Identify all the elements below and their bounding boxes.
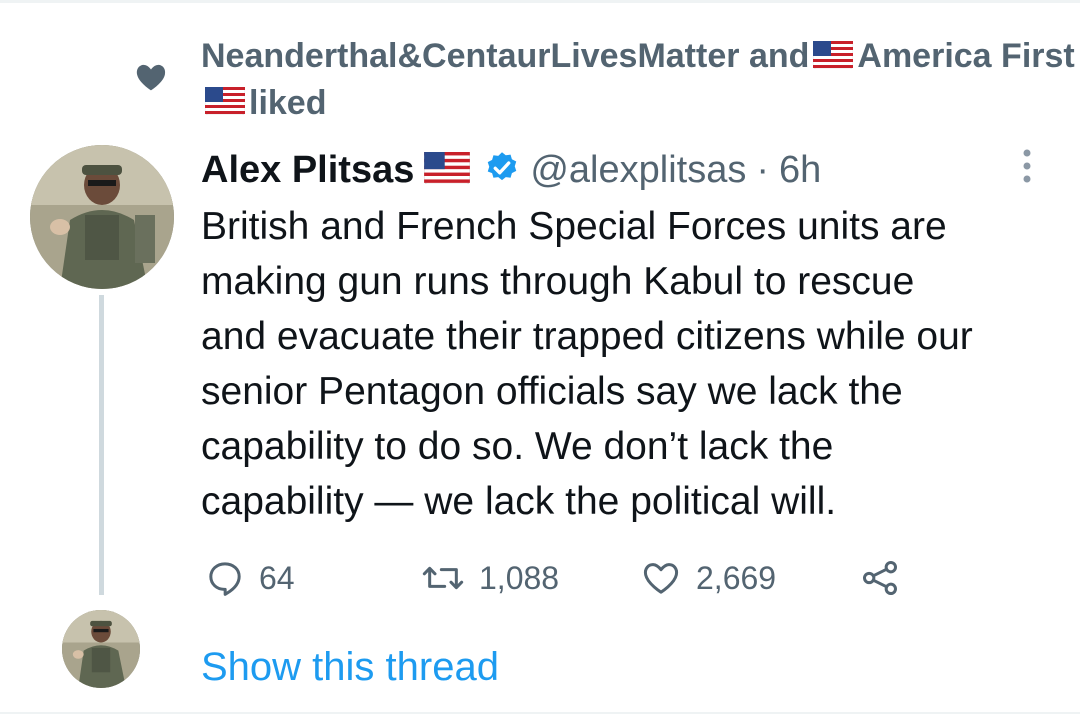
liker-name-2b[interactable]: First <box>1001 37 1075 75</box>
more-options-icon[interactable] <box>1012 146 1042 186</box>
share-icon <box>863 561 897 595</box>
author-avatar[interactable] <box>30 145 174 289</box>
reply-button[interactable]: 64 <box>205 558 295 598</box>
retweet-icon <box>422 566 464 590</box>
avatar-photo-small <box>62 610 140 688</box>
retweet-button[interactable]: 1,088 <box>421 558 559 598</box>
reply-count: 64 <box>259 559 295 596</box>
social-context-text[interactable]: Neanderthal&CentaurLivesMatter and Ameri… <box>201 34 1076 127</box>
liker-name-2a[interactable]: America <box>857 37 991 75</box>
heart-outline-icon <box>643 563 679 594</box>
avatar-photo <box>30 145 174 289</box>
retweet-count: 1,088 <box>479 559 560 596</box>
tweet-header: Alex Plitsas @alexplitsas · 6h <box>201 145 821 195</box>
header-separator: · <box>756 148 769 191</box>
show-thread-link[interactable]: Show this thread <box>201 645 499 690</box>
share-button[interactable] <box>858 558 916 598</box>
tweet-text: British and French Special Forces units … <box>201 205 973 523</box>
author-avatar-small[interactable] <box>62 610 140 688</box>
author-name[interactable]: Alex Plitsas <box>201 149 414 192</box>
like-count: 2,669 <box>696 559 777 596</box>
context-action: liked <box>249 83 327 122</box>
us-flag-icon <box>204 82 246 127</box>
us-flag-icon <box>424 151 471 189</box>
heart-filled-icon <box>136 64 166 91</box>
top-divider <box>0 0 1080 3</box>
liker-name-1[interactable]: Neanderthal&CentaurLivesMatter <box>201 37 739 75</box>
tweet-timestamp[interactable]: 6h <box>779 149 821 192</box>
context-joiner: and <box>748 37 810 75</box>
thread-connector-line <box>99 295 104 595</box>
us-flag-icon <box>813 36 854 81</box>
verified-badge-icon <box>484 150 520 191</box>
reply-icon <box>209 562 241 596</box>
author-handle[interactable]: @alexplitsas <box>530 149 746 192</box>
like-button[interactable]: 2,669 <box>640 558 776 598</box>
